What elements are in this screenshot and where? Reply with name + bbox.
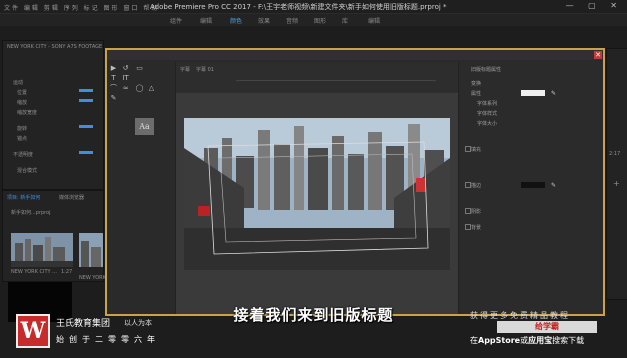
effect-row[interactable]: 缩放: [17, 99, 27, 106]
effect-row[interactable]: 缩放宽度: [17, 109, 37, 116]
effect-row[interactable]: 不透明度: [13, 151, 33, 158]
add-icon[interactable]: +: [613, 179, 620, 188]
brand-slogan: 以人为本: [124, 319, 152, 327]
promo-appstore: AppStore: [478, 336, 521, 345]
selection-tool-icon[interactable]: ▶: [109, 64, 118, 73]
title-style-tab[interactable]: 字幕 01: [196, 66, 214, 73]
project-tab[interactable]: 项目: 新手如何: [7, 194, 40, 201]
workspace-tab[interactable]: 效果: [258, 16, 270, 25]
legacy-title-dialog: ✕ ▶ ↺ T IT ⌒ ≈ ✎ ▭ ◯ △ Aa 字幕 字幕 01 旧版标题属…: [105, 48, 605, 316]
property-group[interactable]: 变换: [471, 80, 481, 87]
clip-thumbnail[interactable]: [79, 233, 103, 267]
promo-download-text: 在AppStore或应用宝搜索下载: [470, 335, 584, 346]
property-row[interactable]: 字体大小: [477, 120, 497, 127]
dialog-title-bar: ✕: [107, 50, 603, 60]
workspace-tab[interactable]: 编辑: [368, 16, 380, 25]
fill-checkbox[interactable]: [465, 146, 471, 154]
workspace-tab[interactable]: 组件: [170, 16, 182, 25]
workspace-tab-active[interactable]: 颜色: [230, 16, 242, 25]
workspace-tab[interactable]: 音频: [286, 16, 298, 25]
city-street-image: [184, 118, 450, 270]
city-thumbnail-image: [79, 233, 103, 267]
video-frame: [184, 118, 450, 270]
close-icon[interactable]: ✕: [594, 51, 602, 59]
pen-tool-icon[interactable]: ✎: [109, 94, 118, 103]
promo-prefix: 在: [470, 336, 478, 345]
eyedropper-icon[interactable]: ✎: [551, 182, 556, 189]
background-checkbox[interactable]: [465, 224, 471, 232]
property-group[interactable]: 填充: [471, 146, 481, 153]
city-thumbnail-image: [11, 233, 73, 267]
promo-app: 应用宝: [528, 336, 553, 345]
title-properties-panel: 旧版标题属性 变换 属性 字体系列 字体样式 字体大小 填充 描边 阴影 背景 …: [461, 62, 603, 314]
vertical-type-tool-icon[interactable]: IT: [121, 74, 130, 83]
brand-logo: W: [16, 314, 50, 348]
timecode: 2:17: [609, 151, 621, 157]
effect-row[interactable]: 混合模式: [17, 167, 37, 174]
media-browser-tab[interactable]: 媒体浏览器: [59, 194, 84, 201]
eyedropper-icon[interactable]: ✎: [551, 90, 556, 97]
properties-header: 旧版标题属性: [471, 67, 502, 73]
value-slider[interactable]: [79, 99, 93, 102]
project-file-name: 新手如何...prproj: [11, 210, 51, 216]
window-controls[interactable]: — ▢ ✕: [566, 1, 623, 10]
workspace-tab[interactable]: 编辑: [200, 16, 212, 25]
path-type-tool-icon[interactable]: ⌒: [109, 84, 118, 93]
source-clip-label: NEW YORK CITY - SONY A7S FOOTAGE: [7, 44, 103, 50]
vertical-path-tool-icon[interactable]: ≈: [121, 84, 130, 93]
promo-badge: 给学霸: [497, 321, 597, 333]
effect-row[interactable]: 旋转: [17, 125, 27, 132]
rectangle-tool-icon[interactable]: ▭: [135, 64, 144, 73]
property-row[interactable]: 字体系列: [477, 100, 497, 107]
shadow-checkbox[interactable]: [465, 208, 471, 216]
promo-suffix: 搜索下载: [552, 336, 585, 345]
title-bar: 文件 编辑 剪辑 序列 标记 图形 窗口 帮助 Adobe Premiere P…: [0, 0, 627, 14]
ellipse-tool-icon[interactable]: ◯: [135, 84, 144, 93]
promo-mid: 或: [520, 336, 529, 345]
clip-duration: 1:27: [61, 269, 73, 275]
triangle-tool-icon[interactable]: △: [147, 84, 156, 93]
fill-color-swatch[interactable]: [521, 90, 545, 96]
brand-founded-text: 始创于二零零六年: [56, 335, 160, 344]
property-group[interactable]: 属性: [471, 90, 481, 97]
rotation-tool-icon[interactable]: ↺: [121, 64, 130, 73]
stroke-checkbox[interactable]: [465, 182, 471, 190]
title-toolbar: 字幕 字幕 01: [176, 62, 458, 92]
effect-row[interactable]: 位置: [17, 89, 27, 96]
effect-row[interactable]: 锚点: [17, 135, 27, 142]
font-preview-box[interactable]: Aa: [135, 118, 154, 135]
effect-controls-panel: NEW YORK CITY - SONY A7S FOOTAGE 运动 位置 缩…: [2, 40, 104, 190]
value-slider[interactable]: [79, 89, 93, 92]
clip-thumbnail[interactable]: [11, 233, 73, 267]
title-designer-canvas: 字幕 字幕 01: [175, 62, 459, 314]
project-panel: 项目: 新手如何 媒体浏览器 新手如何...prproj NEW YORK CI…: [2, 190, 128, 282]
property-group[interactable]: 阴影: [471, 208, 481, 215]
stroke-color-swatch[interactable]: [521, 182, 545, 188]
program-monitor-edge: 2:17 +: [606, 48, 627, 300]
value-slider[interactable]: [79, 151, 93, 154]
promo-text: 获得更多免费精品教程: [470, 311, 570, 320]
value-slider[interactable]: [79, 125, 93, 128]
type-tool-icon[interactable]: T: [109, 74, 118, 83]
workspace-tab[interactable]: 库: [342, 16, 348, 25]
effect-row[interactable]: 运动: [13, 79, 23, 86]
clip-name: NEW YORK CITY ...: [11, 269, 57, 275]
window-title: Adobe Premiere Pro CC 2017 - F:\王宇老师视频\新…: [150, 3, 447, 11]
title-tab[interactable]: 字幕: [180, 66, 190, 73]
title-tools-panel: ▶ ↺ T IT ⌒ ≈ ✎ ▭ ◯ △ Aa: [109, 64, 157, 135]
property-group[interactable]: 背景: [471, 224, 481, 231]
property-row[interactable]: 字体样式: [477, 110, 497, 117]
brand-name: 王氏教育集团: [56, 319, 111, 329]
alignment-toolbar[interactable]: [236, 80, 436, 87]
property-group[interactable]: 描边: [471, 182, 481, 189]
menu-bar[interactable]: 文件 编辑 剪辑 序列 标记 图形 窗口 帮助: [4, 3, 159, 12]
title-canvas-area[interactable]: [176, 93, 458, 314]
workspace-tabs: 组件 编辑 颜色 效果 音频 图形 库 编辑: [0, 14, 627, 26]
workspace-tab[interactable]: 图形: [314, 16, 326, 25]
